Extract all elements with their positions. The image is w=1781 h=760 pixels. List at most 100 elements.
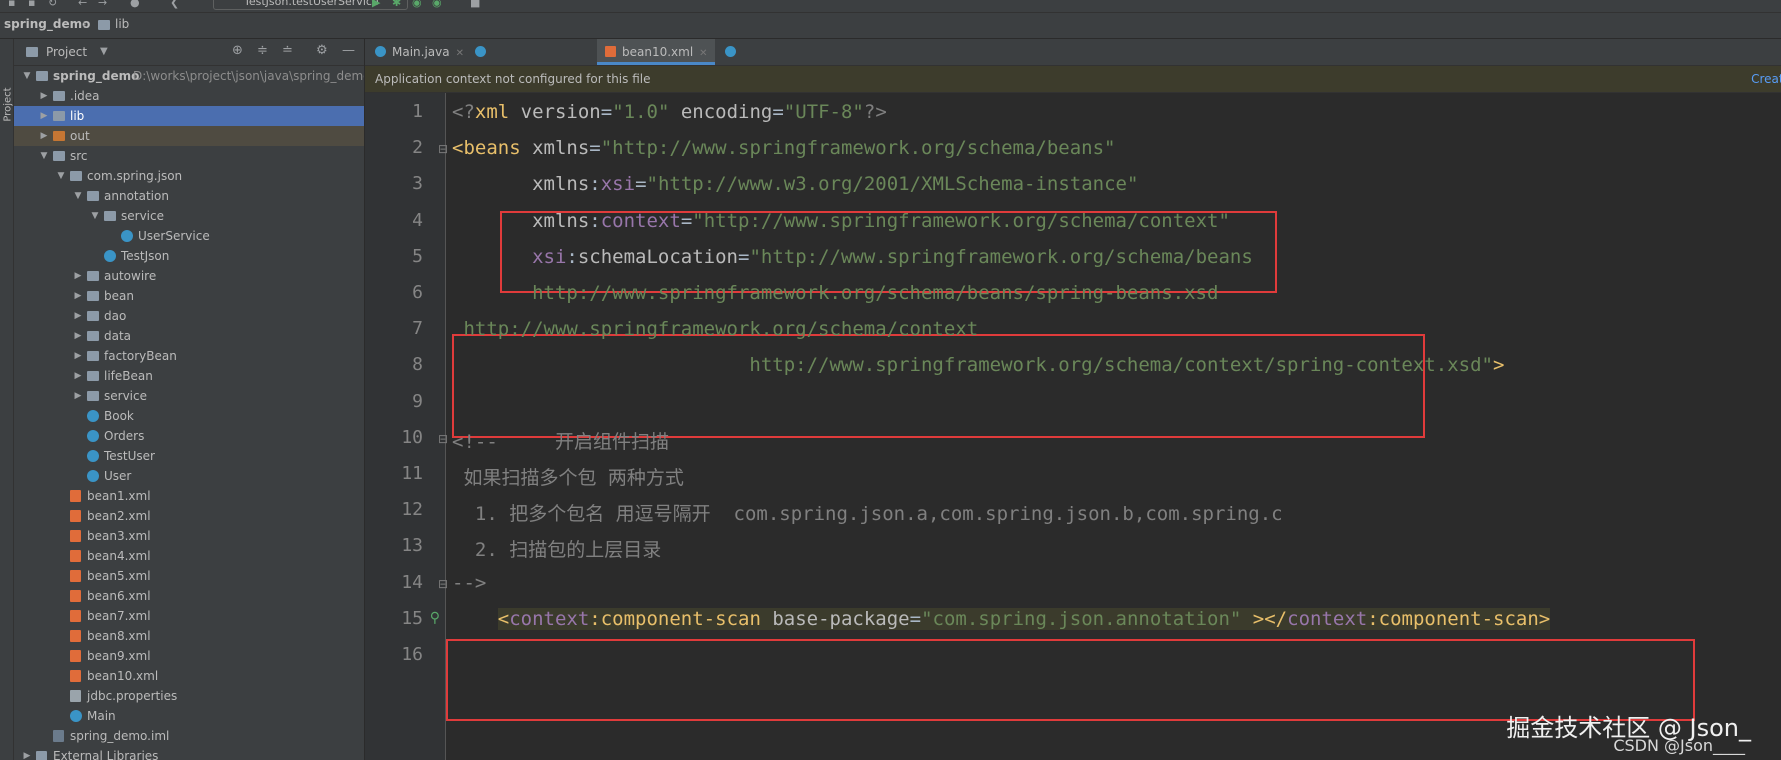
editor-tab[interactable]: Main.java ✕: [367, 39, 465, 65]
chevron-down-icon[interactable]: ▼: [39, 146, 49, 166]
bean-gutter-icon[interactable]: ⚲: [430, 610, 440, 626]
chevron-right-icon[interactable]: ▶: [39, 126, 49, 146]
code-line: http://www.springframework.org/schema/be…: [452, 282, 1218, 304]
coverage-icon[interactable]: ◉: [412, 0, 422, 9]
editor-tab[interactable]: TestJson.java✕: [717, 39, 827, 85]
forward-icon[interactable]: →: [98, 0, 107, 9]
tree-item[interactable]: Book: [14, 406, 364, 426]
fold-icon[interactable]: ⊟: [438, 142, 448, 156]
refresh-icon[interactable]: ↻: [48, 0, 57, 9]
tree-item[interactable]: jdbc.properties: [14, 686, 364, 706]
close-icon[interactable]: ✕: [456, 48, 464, 59]
profile-icon[interactable]: ◉: [432, 0, 442, 9]
code-line: <!-- 开启组件扫描: [452, 427, 669, 454]
chevron-down-icon[interactable]: ▼: [22, 66, 32, 86]
close-icon[interactable]: ✕: [699, 48, 707, 59]
chevron-right-icon[interactable]: ▶: [73, 306, 83, 326]
chevron-right-icon[interactable]: ▶: [73, 326, 83, 346]
tree-item[interactable]: bean1.xml: [14, 486, 364, 506]
editor-tab[interactable]: UserService.java✕: [467, 39, 595, 85]
debug-icon[interactable]: ✱: [392, 0, 401, 9]
tree-item[interactable]: ▼ annotation: [14, 186, 364, 206]
folder-icon: [87, 311, 99, 321]
tree-item[interactable]: bean3.xml: [14, 526, 364, 546]
tree-item-label: Main: [87, 709, 116, 723]
chevron-right-icon[interactable]: ▶: [39, 86, 49, 106]
code-editor[interactable]: <?xml version="1.0" encoding="UTF-8"?> ⊟ <…: [438, 93, 1781, 760]
tree-item[interactable]: bean6.xml: [14, 586, 364, 606]
tree-item[interactable]: bean5.xml: [14, 566, 364, 586]
build-hammer-icon[interactable]: ❮: [170, 0, 179, 9]
tree-item[interactable]: ▼ com.spring.json: [14, 166, 364, 186]
user-icon[interactable]: ●: [130, 0, 140, 9]
class-icon: [87, 410, 99, 422]
chevron-right-icon[interactable]: ▶: [73, 366, 83, 386]
editor-tab[interactable]: bean10.xml ✕: [597, 39, 715, 65]
tree-item[interactable]: bean7.xml: [14, 606, 364, 626]
back-icon[interactable]: ←: [78, 0, 87, 9]
chevron-down-icon[interactable]: ▼: [90, 206, 100, 226]
hide-icon[interactable]: —: [342, 43, 355, 58]
chevron-right-icon[interactable]: ▶: [73, 266, 83, 286]
tree-item[interactable]: ▶ factoryBean: [14, 346, 364, 366]
fold-icon[interactable]: ⊟: [438, 577, 448, 591]
line-number: 12: [401, 499, 423, 521]
tree-item[interactable]: TestUser: [14, 446, 364, 466]
folder-icon: [53, 91, 65, 101]
tree-item[interactable]: bean4.xml: [14, 546, 364, 566]
save-icon[interactable]: ▪: [8, 0, 15, 9]
banner-create-link[interactable]: Create: [1751, 72, 1781, 86]
breadcrumb-project[interactable]: spring_demo: [4, 17, 90, 31]
tree-item[interactable]: Main: [14, 706, 364, 726]
tree-item[interactable]: ▶ lifeBean: [14, 366, 364, 386]
tree-item-label: jdbc.properties: [87, 689, 178, 703]
tree-item[interactable]: ▼ src: [14, 146, 364, 166]
chevron-right-icon[interactable]: ▶: [73, 386, 83, 406]
tree-item[interactable]: UserService: [14, 226, 364, 246]
run-icon[interactable]: ▶: [372, 0, 380, 9]
tree-item[interactable]: ▶ bean: [14, 286, 364, 306]
tree-item-label: bean: [104, 289, 134, 303]
project-view-selector[interactable]: Project: [46, 45, 87, 59]
tree-item[interactable]: bean10.xml: [14, 666, 364, 686]
tree-item[interactable]: ▶ External Libraries: [14, 746, 364, 760]
code-token: 2. 扫描包的上层目录: [452, 539, 662, 562]
stop-icon[interactable]: ■: [470, 0, 480, 9]
gear-icon[interactable]: ⚙: [316, 43, 328, 58]
locate-icon[interactable]: ⊕: [232, 43, 243, 58]
chevron-right-icon[interactable]: ▶: [22, 746, 32, 760]
tree-item[interactable]: spring_demo.iml: [14, 726, 364, 746]
tree-item-label: TestUser: [104, 449, 155, 463]
breadcrumb-folder[interactable]: lib: [115, 17, 129, 31]
tree-item[interactable]: ▶ out: [14, 126, 364, 146]
tree-item[interactable]: User: [14, 466, 364, 486]
chevron-down-icon[interactable]: ▼: [100, 46, 108, 57]
tree-item[interactable]: ▶ autowire: [14, 266, 364, 286]
tree-item[interactable]: ▶ data: [14, 326, 364, 346]
save-all-icon[interactable]: ▪: [28, 0, 35, 9]
folder-icon: [87, 191, 99, 201]
chevron-right-icon[interactable]: ▶: [39, 106, 49, 126]
tree-item[interactable]: ▶ dao: [14, 306, 364, 326]
chevron-right-icon[interactable]: ▶: [73, 286, 83, 306]
tree-item[interactable]: bean8.xml: [14, 626, 364, 646]
tree-item[interactable]: Orders: [14, 426, 364, 446]
tree-item-label: bean2.xml: [87, 509, 151, 523]
tree-item[interactable]: bean2.xml: [14, 506, 364, 526]
code-token: xml: [474, 101, 510, 123]
tree-item[interactable]: TestJson: [14, 246, 364, 266]
project-tool-button[interactable]: Project: [3, 87, 14, 121]
chevron-down-icon[interactable]: ▼: [56, 166, 66, 186]
chevron-down-icon[interactable]: ▼: [73, 186, 83, 206]
tree-item[interactable]: ▶ service: [14, 386, 364, 406]
collapse-all-icon[interactable]: ≐: [282, 43, 293, 58]
tree-item[interactable]: ▼ service: [14, 206, 364, 226]
tree-item[interactable]: ▼ spring_demo D:\works\project\json\java\s…: [14, 66, 364, 86]
expand-all-icon[interactable]: ≑: [257, 43, 268, 58]
lib-icon: [36, 751, 47, 760]
fold-icon[interactable]: ⊟: [438, 432, 448, 446]
chevron-right-icon[interactable]: ▶: [73, 346, 83, 366]
tree-item[interactable]: ▶ lib: [14, 106, 364, 126]
tree-item[interactable]: ▶ .idea: [14, 86, 364, 106]
tree-item[interactable]: bean9.xml: [14, 646, 364, 666]
